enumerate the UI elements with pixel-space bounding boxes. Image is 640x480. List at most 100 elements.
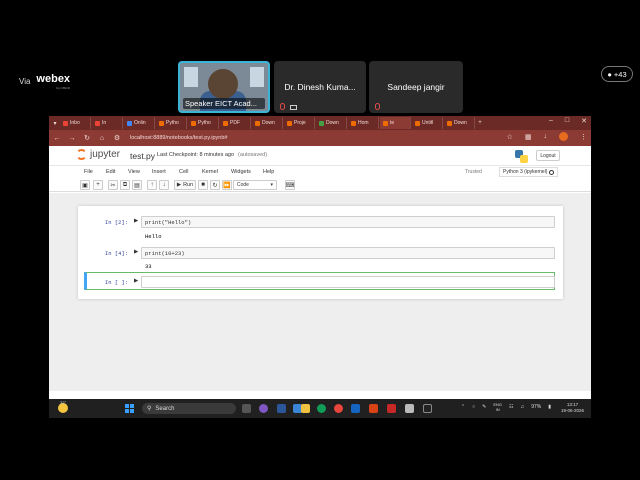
browser-tab[interactable]: Hom (348, 117, 379, 129)
search-label: Search (155, 405, 175, 412)
browser-tab[interactable]: In (92, 117, 123, 129)
cell-prompt: In [2]: (104, 219, 128, 226)
menu-insert[interactable]: Insert (152, 169, 166, 175)
logout-button[interactable]: Logout (536, 150, 560, 161)
file-explorer-icon[interactable] (301, 404, 310, 413)
wifi-icon[interactable]: ☷ (509, 404, 513, 410)
participant-tile-sandeep[interactable]: Sandeep jangir (369, 61, 463, 113)
menu-file[interactable]: File (84, 169, 93, 175)
mic-muted-icon (280, 103, 285, 110)
command-palette-icon[interactable]: ⌨ (285, 180, 295, 190)
tab-favicon-icon (287, 120, 292, 126)
store-icon[interactable] (351, 404, 360, 413)
download-icon[interactable]: ↓ (544, 133, 548, 140)
clock[interactable]: 13:17 19-06-2026 (561, 402, 584, 414)
menu-view[interactable]: View (128, 169, 140, 175)
copy-icon[interactable]: ⧉ (120, 180, 130, 190)
taskbar-search[interactable]: ⚲ Search (142, 403, 236, 414)
cell-input[interactable] (141, 276, 555, 288)
chrome-icon[interactable] (334, 404, 343, 413)
settings-icon[interactable] (405, 404, 414, 413)
run-cell-icon[interactable]: ▶ (134, 278, 138, 284)
move-down-icon[interactable]: ↓ (159, 180, 169, 190)
windows-start-icon[interactable] (125, 404, 134, 413)
participant-tile-dinesh[interactable]: Dr. Dinesh Kuma... (274, 61, 366, 113)
weather-temp: 32° (60, 400, 67, 405)
browser-tab[interactable]: Pytho (156, 117, 187, 129)
notebook-name[interactable]: test.py (130, 151, 155, 161)
paste-icon[interactable]: ▤ (132, 180, 142, 190)
cell-type-value: Code (237, 182, 249, 188)
browser-tab[interactable]: Down (444, 117, 475, 129)
tray-chevron-up-icon[interactable]: ⌃ (461, 404, 465, 410)
pen-icon[interactable]: ✎ (482, 404, 486, 410)
menu-edit[interactable]: Edit (106, 169, 115, 175)
cell-input[interactable]: print("Hello") (141, 216, 555, 228)
volume-icon[interactable]: ♫ (520, 404, 524, 410)
menu-kernel[interactable]: Kernel (202, 169, 218, 175)
pdf-reader-icon[interactable] (369, 404, 378, 413)
menu-widgets[interactable]: Widgets (231, 169, 251, 175)
restart-icon[interactable]: ↻ (210, 180, 220, 190)
browser-tab[interactable]: PDF (220, 117, 251, 129)
profile-avatar-icon[interactable] (559, 132, 568, 141)
run-cell-icon[interactable]: ▶ (134, 249, 138, 255)
browser-tab[interactable]: Inbo (60, 117, 91, 129)
run-cell-icon[interactable]: ▶ (134, 218, 138, 224)
url-field[interactable]: localhost:8889/notebooks/test.py.ipynb# (130, 135, 227, 141)
tab-list-icon[interactable]: ▾ (51, 117, 59, 129)
trusted-indicator[interactable]: Trusted (465, 169, 482, 175)
microphone-icon[interactable]: ○ (472, 404, 475, 410)
task-view-icon[interactable] (242, 404, 251, 413)
play-icon: ▶ (176, 182, 182, 188)
participant-name: Dr. Dinesh Kuma... (284, 82, 356, 92)
jupyter-logo[interactable]: jupyter (76, 149, 120, 160)
home-icon[interactable]: ⌂ (98, 135, 106, 142)
copilot-icon[interactable] (259, 404, 268, 413)
insert-cell-icon[interactable]: + (93, 180, 103, 190)
tab-label: te (390, 120, 395, 126)
participant-count-button[interactable]: ● +43 (601, 66, 633, 82)
word-icon[interactable] (277, 404, 286, 413)
via-label: Via (19, 77, 31, 86)
back-icon[interactable]: ← (53, 135, 61, 142)
edge-icon[interactable] (317, 404, 326, 413)
browser-tab[interactable]: Onlin (124, 117, 155, 129)
site-info-icon[interactable]: ⚙ (113, 134, 121, 142)
notebook-container: In [2]: ▶ print("Hello") Hello In [4]: ▶… (78, 206, 563, 299)
forward-icon[interactable]: → (68, 135, 76, 142)
participant-tile-speaker[interactable]: Speaker EICT Acad... (178, 61, 270, 113)
browser-tab[interactable]: Down (252, 117, 283, 129)
kernel-indicator[interactable]: Python 3 (ipykernel) (499, 167, 559, 177)
save-icon[interactable]: ▣ (80, 180, 90, 190)
language-indicator[interactable]: ENG IN (493, 402, 502, 412)
browser-tab[interactable]: Down (316, 117, 347, 129)
menu-help[interactable]: Help (263, 169, 274, 175)
menu-icon[interactable]: ⋮ (580, 133, 587, 141)
extensions-icon[interactable]: ▦ (525, 133, 532, 141)
new-tab-icon[interactable]: + (476, 117, 484, 129)
app-icon[interactable] (387, 404, 396, 413)
cut-icon[interactable]: ✂ (108, 180, 118, 190)
browser-tab[interactable]: Proje (284, 117, 315, 129)
battery-percent[interactable]: 97% (531, 404, 541, 410)
run-button[interactable]: ▶ Run (174, 180, 196, 190)
close-icon[interactable]: ✕ (581, 117, 587, 125)
move-up-icon[interactable]: ↑ (147, 180, 157, 190)
interrupt-icon[interactable]: ■ (198, 180, 208, 190)
restart-run-all-icon[interactable]: ⏩ (222, 180, 232, 190)
bookmark-star-icon[interactable]: ☆ (507, 133, 513, 141)
minimize-icon[interactable]: – (549, 117, 553, 125)
terminal-icon[interactable] (423, 404, 432, 413)
browser-tab[interactable]: Untitl (412, 117, 443, 129)
reload-icon[interactable]: ↻ (83, 134, 91, 142)
browser-tab[interactable]: te (380, 117, 411, 129)
browser-tab[interactable]: Pytho (188, 117, 219, 129)
menu-cell[interactable]: Cell (179, 169, 188, 175)
cell-type-select[interactable]: Code ▾ (233, 180, 277, 190)
participant-count: +43 (613, 69, 627, 79)
tab-label: Down (454, 120, 467, 126)
tab-label: Proje (294, 120, 306, 126)
maximize-icon[interactable]: □ (565, 117, 569, 125)
cell-input[interactable]: print(10+23) (141, 247, 555, 259)
